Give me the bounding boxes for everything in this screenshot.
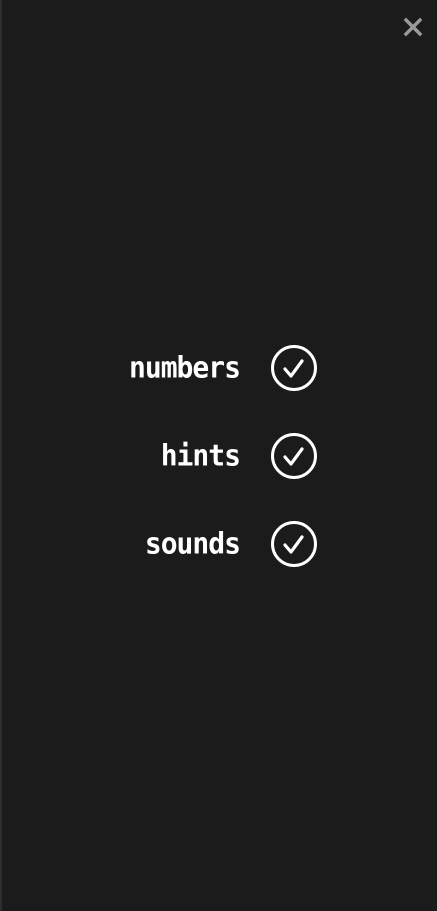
settings-list: numbers hints sounds [2, 344, 437, 608]
checkmark-circle-icon [271, 521, 317, 567]
checkmark-circle-icon [271, 345, 317, 391]
setting-row-sounds: sounds [2, 520, 437, 608]
setting-label-numbers: numbers [128, 350, 241, 385]
close-button[interactable] [403, 17, 423, 37]
hints-toggle[interactable] [270, 432, 318, 480]
setting-label-hints: hints [160, 438, 241, 473]
setting-row-hints: hints [2, 432, 437, 520]
close-icon [403, 17, 423, 37]
numbers-toggle[interactable] [270, 344, 318, 392]
settings-panel: numbers hints sounds [2, 0, 437, 911]
sounds-toggle[interactable] [270, 520, 318, 568]
setting-row-numbers: numbers [2, 344, 437, 432]
setting-label-sounds: sounds [144, 526, 241, 561]
checkmark-circle-icon [271, 433, 317, 479]
